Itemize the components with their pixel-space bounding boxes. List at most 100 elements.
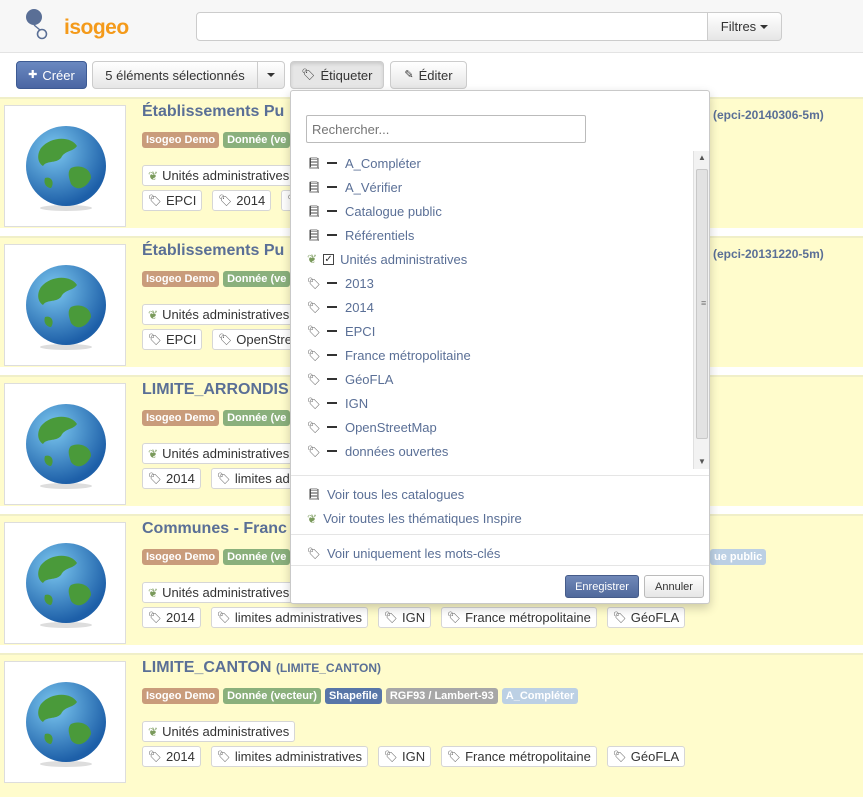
thumbnail	[4, 105, 126, 227]
list-item-label: OpenStreetMap	[344, 419, 437, 435]
keyword-tag[interactable]: 🏷︎ 2014	[142, 468, 201, 489]
keyword-label: 2014	[236, 193, 266, 208]
dropdown-search-input[interactable]	[306, 115, 586, 143]
cancel-button[interactable]: Annuler	[644, 575, 704, 598]
tag-icon: 🏷︎	[148, 612, 162, 624]
list-item-label: IGN	[344, 395, 369, 411]
isogeo-logo[interactable]: isogeo	[22, 4, 129, 48]
partial-state-icon	[326, 282, 337, 284]
tag-icon: 🏷︎	[307, 421, 321, 434]
list-item-keyword[interactable]: 🏷︎ GéoFLA	[307, 367, 393, 391]
list-item-label: Référentiels	[344, 227, 415, 243]
save-button[interactable]: Enregistrer	[565, 575, 639, 598]
edit-label: Éditer	[418, 67, 453, 83]
scroll-up-icon[interactable]: ▲	[694, 151, 710, 165]
filters-button[interactable]: Filtres	[708, 12, 782, 41]
leaf-icon: ❦	[148, 585, 159, 600]
keyword-label: limites administratives	[234, 749, 363, 764]
tag-list-scrollbar[interactable]: ▲ ≡ ▼	[693, 151, 709, 469]
keyword-tag[interactable]: 🏷︎ IGN	[378, 607, 432, 628]
create-button[interactable]: ✚ Créer	[16, 61, 87, 89]
list-item-label: EPCI	[344, 323, 376, 339]
keyword-tag[interactable]: 🏷︎ limites administratives	[210, 746, 369, 767]
show-all-themes-link[interactable]: ❦ Voir toutes les thématiques Inspire	[307, 511, 522, 526]
list-item-keyword[interactable]: 🏷︎ 2013	[307, 271, 374, 295]
theme-line: ❦ Unités administratives	[142, 443, 296, 464]
list-item-keyword[interactable]: 🏷︎ IGN	[307, 391, 368, 415]
theme-tag[interactable]: ❦ Unités administratives	[142, 443, 296, 464]
keyword-tag[interactable]: 🏷︎ EPCI	[142, 329, 203, 350]
row-title[interactable]: Communes - Franc	[142, 520, 287, 538]
badge-group: Isogeo Demo Donnée (ve	[142, 132, 291, 148]
show-all-catalogs-link[interactable]: 📘︎ Voir tous les catalogues	[307, 487, 464, 502]
scroll-down-icon[interactable]: ▼	[694, 455, 710, 469]
tag-icon: 🏷︎	[148, 334, 162, 346]
theme-tag[interactable]: ❦ Unités administratives	[142, 721, 296, 742]
badge-group: Isogeo Demo Donnée (vecteur) Shapefile R…	[142, 688, 579, 704]
keyword-tag[interactable]: 🏷︎ 2014	[212, 190, 272, 211]
keyword-tag[interactable]: 🏷︎ GéoFLA	[606, 746, 686, 767]
row-title[interactable]: Établissements Pu	[142, 103, 284, 121]
divider	[291, 565, 709, 566]
show-keywords-only-link[interactable]: 🏷︎ Voir uniquement les mots-clés	[307, 546, 500, 561]
keyword-label: 2014	[165, 749, 195, 764]
book-icon: 📘︎	[307, 229, 321, 242]
theme-tag[interactable]: ❦ Unités administratives	[142, 304, 296, 325]
tag-icon: 🏷︎	[447, 612, 462, 624]
row-code: (epci-20131220-5m)	[713, 247, 824, 261]
tag-button[interactable]: 🏷︎ Étiqueter	[290, 61, 384, 89]
list-item-label: Unités administratives	[340, 251, 468, 267]
search-input[interactable]	[196, 12, 708, 41]
logo-text: isogeo	[64, 16, 129, 39]
scrollbar-thumb[interactable]: ≡	[696, 169, 708, 439]
list-item-catalog[interactable]: 📘︎ A_Compléter	[307, 151, 421, 175]
keyword-line: 🏷︎ EPCI 🏷︎ OpenStree	[142, 329, 306, 350]
row-code: (epci-20140306-5m)	[713, 108, 824, 122]
tag-icon: 🏷︎	[148, 473, 162, 485]
list-item-keyword[interactable]: 🏷︎ données ouvertes	[307, 439, 448, 463]
partial-state-icon	[326, 234, 337, 236]
tag-icon: 🏷︎	[307, 397, 321, 410]
row-title[interactable]: LIMITE_CANTON (LIMITE_CANTON)	[142, 659, 381, 677]
badge-catalog: A_Compléter	[501, 688, 579, 704]
keyword-tag[interactable]: 🏷︎ IGN	[378, 746, 432, 767]
tag-icon: 🏷︎	[307, 349, 321, 362]
theme-tag[interactable]: ❦ Unités administratives	[142, 582, 296, 603]
row-title-subtitle: (LIMITE_CANTON)	[275, 661, 382, 675]
keyword-line: 🏷︎EPCI 🏷︎2014 🏷︎	[142, 190, 312, 211]
keyword-label: 2014	[165, 610, 195, 625]
selection-dropdown-toggle[interactable]	[257, 61, 285, 89]
tag-icon: 🏷︎	[148, 751, 162, 763]
keyword-tag[interactable]: 🏷︎ 2014	[142, 746, 201, 767]
list-item-label: 2013	[344, 275, 374, 291]
list-item-theme[interactable]: ❦ ✓ Unités administratives	[307, 247, 467, 271]
keyword-tag[interactable]: 🏷︎ France métropolitaine	[441, 607, 597, 628]
list-item-keyword[interactable]: 🏷︎ France métropolitaine	[307, 343, 471, 367]
keyword-tag[interactable]: 🏷︎ France métropolitaine	[441, 746, 597, 767]
row-title[interactable]: Établissements Pu	[142, 242, 284, 260]
badge-srs: RGF93 / Lambert-93	[385, 688, 498, 704]
theme-line: ❦ Unités administratives	[142, 582, 296, 603]
selection-button[interactable]: 5 éléments sélectionnés	[92, 61, 258, 89]
list-item-catalog[interactable]: 📘︎ A_Vérifier	[307, 175, 402, 199]
tag-icon: 🏷︎	[216, 473, 231, 485]
list-item-keyword[interactable]: 🏷︎ EPCI	[307, 319, 375, 343]
tag-icon: 🏷︎	[447, 751, 462, 763]
top-bar: isogeo Filtres	[0, 0, 863, 53]
list-item-catalog[interactable]: 📘︎ Catalogue public	[307, 199, 442, 223]
list-item-keyword[interactable]: 🏷︎ 2014	[307, 295, 374, 319]
theme-tag[interactable]: ❦ Unités administratives	[142, 165, 296, 186]
keyword-tag[interactable]: 🏷︎ GéoFLA	[606, 607, 686, 628]
keyword-tag[interactable]: 🏷︎ limites administratives	[210, 607, 369, 628]
keyword-line: 🏷︎ 2014 🏷︎ limites administratives 🏷︎ IGN 🏷…	[142, 607, 686, 628]
keyword-tag[interactable]: 🏷︎ EPCI	[142, 190, 203, 211]
theme-label: Unités administratives	[162, 585, 290, 600]
row-title[interactable]: LIMITE_ARRONDIS	[142, 381, 289, 399]
edit-button[interactable]: ✎ Éditer	[390, 61, 467, 89]
result-row[interactable]: LIMITE_CANTON (LIMITE_CANTON) Isogeo Dem…	[0, 653, 863, 797]
grip-icon: ≡	[701, 298, 707, 308]
keyword-tag[interactable]: 🏷︎ 2014	[142, 607, 201, 628]
list-item-catalog[interactable]: 📘︎ Référentiels	[307, 223, 414, 247]
plus-icon: ✚	[28, 68, 38, 81]
list-item-keyword[interactable]: 🏷︎ OpenStreetMap	[307, 415, 437, 439]
